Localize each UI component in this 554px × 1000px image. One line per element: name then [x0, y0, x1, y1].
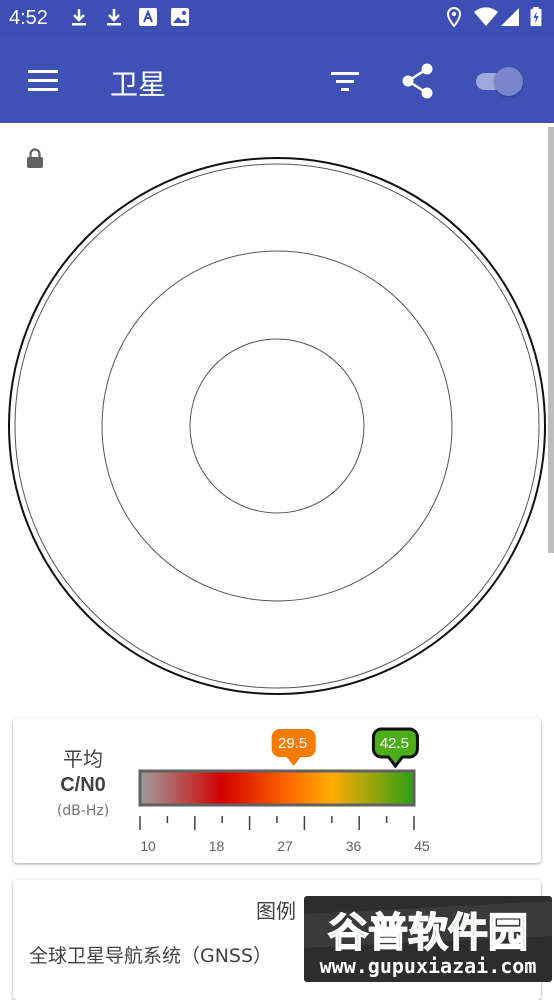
sky-horizon-ring — [14, 163, 540, 689]
signal-icon — [501, 8, 519, 26]
sky-inner-ring — [189, 338, 365, 514]
download-icon — [107, 9, 121, 26]
image-icon — [171, 8, 189, 26]
watermark-logo: 谷普软件园 www.gupuxiazai.com — [304, 896, 552, 982]
cn0-marker-avg-all-label: 29.5 — [278, 735, 307, 752]
sky-mid-ring — [101, 250, 453, 602]
status-time: 4:52 — [9, 7, 48, 29]
menu-icon[interactable] — [24, 61, 64, 101]
cn0-gauge: 10 18 27 36 45 29.5 42.5 — [138, 727, 430, 854]
app-bar: 卫星 — [0, 37, 554, 123]
cn0-tick-label: 18 — [209, 838, 225, 854]
share-icon[interactable] — [398, 61, 438, 101]
cn0-tick-label: 45 — [414, 838, 430, 854]
cn0-scale-bar — [138, 769, 416, 807]
toggle-thumb — [494, 67, 523, 96]
location-icon — [446, 7, 462, 27]
cn0-marker-avg-used-label: 42.5 — [380, 735, 409, 752]
cn0-label-line2: C/N0 — [60, 774, 106, 796]
cn0-scale-labels: 10 18 27 36 45 — [140, 838, 430, 854]
cn0-tick-label: 36 — [346, 838, 362, 854]
cn0-marker-avg-all: 29.5 — [271, 729, 316, 766]
cn0-scale-ticks — [139, 816, 415, 830]
cn0-label-unit: (dB-Hz) — [56, 803, 110, 819]
wifi-icon — [474, 7, 498, 27]
cn0-marker-avg-used: 42.5 — [371, 727, 419, 769]
watermark-url: www.gupuxiazai.com — [320, 954, 537, 978]
filter-icon[interactable] — [325, 61, 365, 101]
cn0-tick-label: 27 — [277, 838, 293, 854]
cn0-tick-label: 10 — [140, 838, 156, 854]
sky-view — [8, 157, 546, 695]
status-bar: 4:52 — [0, 0, 554, 37]
page-title: 卫星 — [110, 68, 167, 101]
toggle-switch[interactable] — [474, 67, 526, 96]
gnss-label: 全球卫星导航系统（GNSS） — [29, 945, 273, 967]
font-icon — [139, 8, 157, 26]
watermark-brand: 谷普软件园 — [328, 910, 528, 956]
watermark: 谷普软件园 www.gupuxiazai.com — [304, 896, 552, 982]
download-icon — [72, 9, 86, 26]
scrollbar[interactable] — [548, 127, 554, 553]
sky-outer-ring — [8, 157, 546, 695]
cn0-label-line1: 平均 — [63, 747, 103, 771]
legend-title: 图例 — [256, 899, 296, 923]
battery-icon — [530, 7, 542, 27]
